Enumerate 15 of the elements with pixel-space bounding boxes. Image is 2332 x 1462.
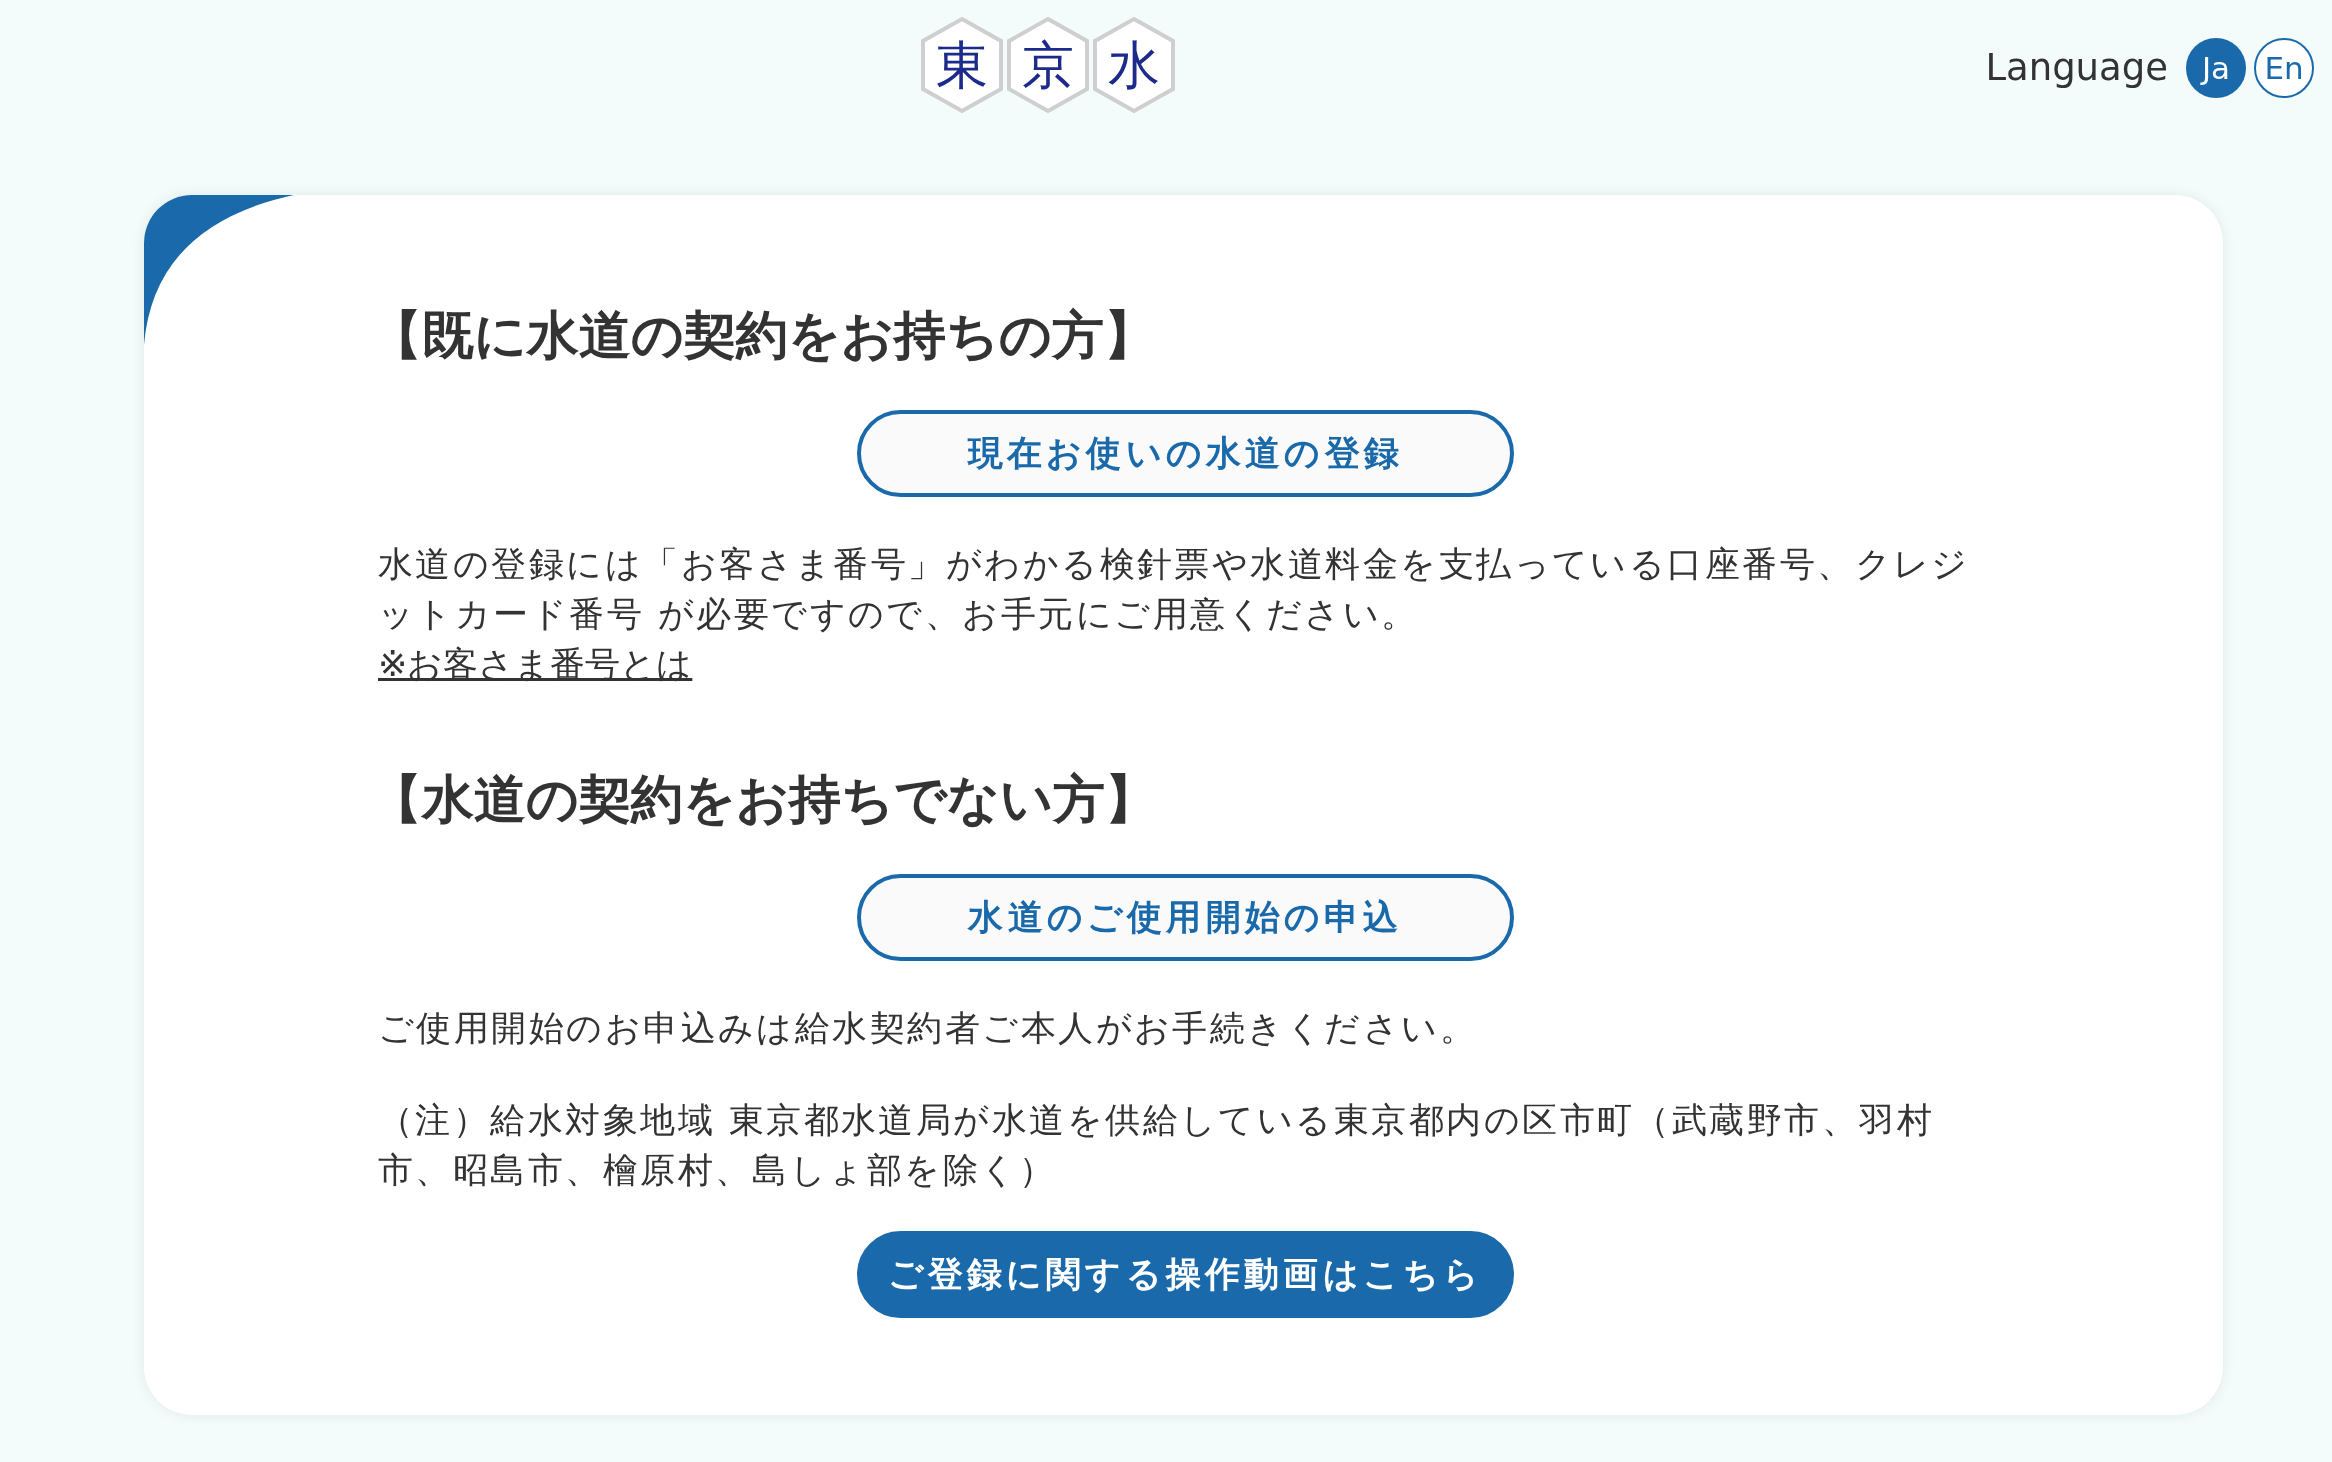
logo-character: 水: [1108, 35, 1160, 95]
action-button[interactable]: 現在お使いの水道の登録: [857, 410, 1514, 497]
logo-character: 東: [936, 35, 988, 95]
language-button[interactable]: Ja: [2186, 38, 2246, 98]
section-heading: 【水道の契約をお持ちでない方】: [370, 768, 1158, 831]
help-link[interactable]: ※お客さま番号とは: [378, 639, 693, 689]
section-heading: 【既に水道の契約をお持ちの方】: [370, 304, 1157, 367]
paragraph: ご使用開始のお申込みは給水契約者ご本人がお手続きください。: [378, 1007, 1479, 1050]
language-label: Language: [1985, 45, 2168, 92]
language-button[interactable]: En: [2254, 38, 2314, 98]
video-link-button[interactable]: ご登録に関する操作動画はこちら: [857, 1231, 1514, 1318]
paragraph: 水道の登録には「お客さま番号」がわかる検針票や水道料金を支払っている口座番号、クレジットカード番号 が必要ですので、お手元にご用意ください。: [378, 543, 1971, 636]
logo-character: 京: [1022, 35, 1074, 95]
action-button[interactable]: 水道のご使用開始の申込: [857, 874, 1514, 961]
paragraph: （注）給水対象地域 東京都水道局が水道を供給している東京都内の区市町（武蔵野市、羽村市、昭島市、檜原村、島しょ部を除く）: [378, 1099, 1936, 1192]
